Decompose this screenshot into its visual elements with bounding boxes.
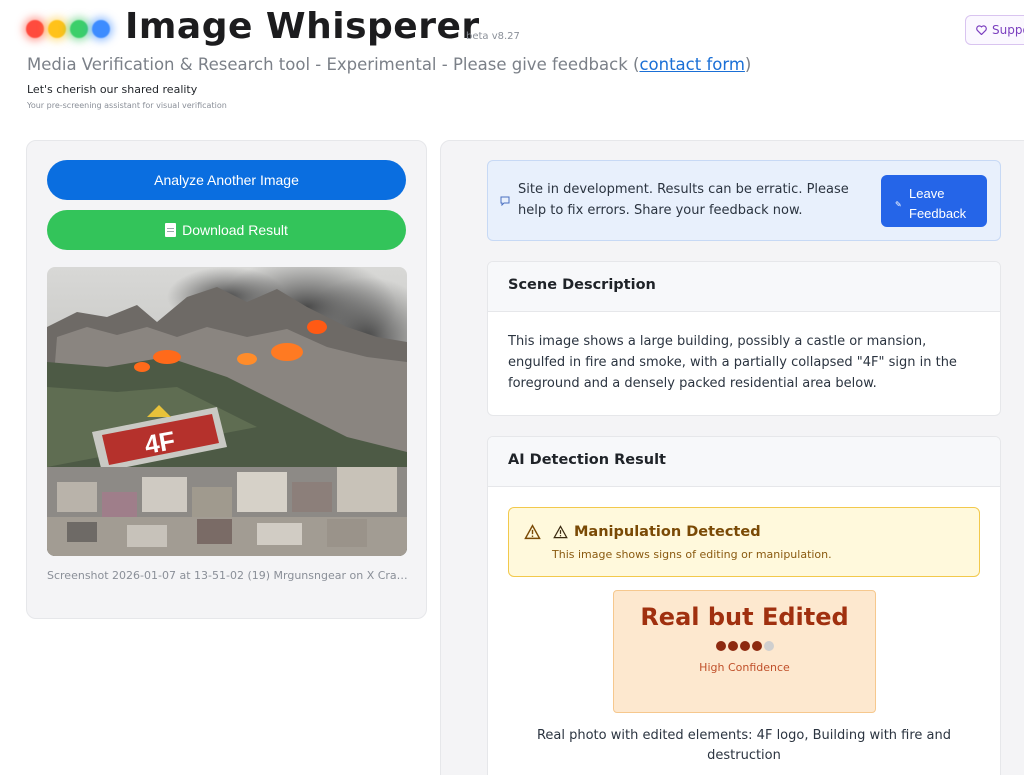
warning-icon (553, 525, 568, 539)
confidence-dot (763, 641, 774, 651)
alert-title-text: Manipulation Detected (574, 524, 761, 540)
analyzed-image: 4F (47, 267, 407, 556)
logo-dot-red (26, 20, 44, 38)
feedback-label-1: Leave (909, 185, 945, 201)
logo-dot-green (70, 20, 88, 38)
scene-body: This image shows a large building, possi… (508, 334, 957, 391)
feedback-label-2: Feedback (909, 205, 967, 221)
manipulation-alert: Manipulation Detected This image shows s… (508, 507, 980, 577)
leave-feedback-button[interactable]: ✎ Leave Feedback (881, 175, 987, 227)
heart-icon (976, 25, 987, 35)
tagline-small: Your pre-screening assistant for visual … (27, 101, 227, 110)
download-result-button[interactable]: Download Result (47, 210, 406, 250)
ai-detection-card: AI Detection Result Manipulation Detecte… (487, 436, 1001, 775)
confidence-dot (751, 641, 762, 651)
chat-icon (500, 196, 510, 206)
logo-dots (26, 20, 110, 38)
logo-dot-blue (92, 20, 110, 38)
contact-form-link[interactable]: contact form (639, 55, 744, 74)
pencil-icon: ✎ (895, 200, 902, 209)
logo-dot-yellow (48, 20, 66, 38)
support-button[interactable]: Suppo (965, 15, 1024, 45)
photo-sign-text: 4F (142, 425, 177, 460)
results-panel: Site in development. Results can be erra… (440, 140, 1024, 775)
warning-icon (524, 524, 541, 540)
dev-notice-banner: Site in development. Results can be erra… (487, 160, 1001, 241)
subtitle-text: Media Verification & Research tool - Exp… (27, 55, 640, 74)
alert-title: Manipulation Detected (553, 524, 761, 540)
confidence-dot (739, 641, 750, 651)
verdict-box: Real but Edited High Confidence (613, 590, 876, 713)
subtitle-suffix: ) (744, 55, 752, 74)
confidence-label: High Confidence (699, 661, 790, 674)
support-label: Suppo (992, 23, 1024, 37)
version-label: beta v8.27 (466, 31, 520, 42)
analyze-another-button[interactable]: Analyze Another Image (47, 160, 406, 200)
download-label: Download Result (182, 222, 288, 238)
verdict-label: Real but Edited (640, 603, 849, 631)
verdict-description: Real photo with edited elements: 4F logo… (536, 728, 952, 763)
tagline: Let's cherish our shared reality (27, 83, 198, 96)
upload-panel: Analyze Another Image Download Result 4F… (26, 140, 427, 619)
scene-heading: Scene Description (488, 262, 1000, 312)
alert-subtext: This image shows signs of editing or man… (552, 548, 832, 561)
ai-heading: AI Detection Result (488, 437, 1000, 487)
document-icon (165, 223, 177, 237)
subtitle: Media Verification & Research tool - Exp… (27, 55, 751, 74)
confidence-dot (715, 641, 726, 651)
dev-notice-text: Site in development. Results can be erra… (518, 182, 849, 218)
confidence-dot (727, 641, 738, 651)
confidence-meter (614, 641, 875, 651)
app-title: Image Whisperer (125, 6, 480, 47)
image-caption: Screenshot 2026-01-07 at 13-51-02 (19) M… (47, 569, 409, 582)
scene-description-card: Scene Description This image shows a lar… (487, 261, 1001, 416)
